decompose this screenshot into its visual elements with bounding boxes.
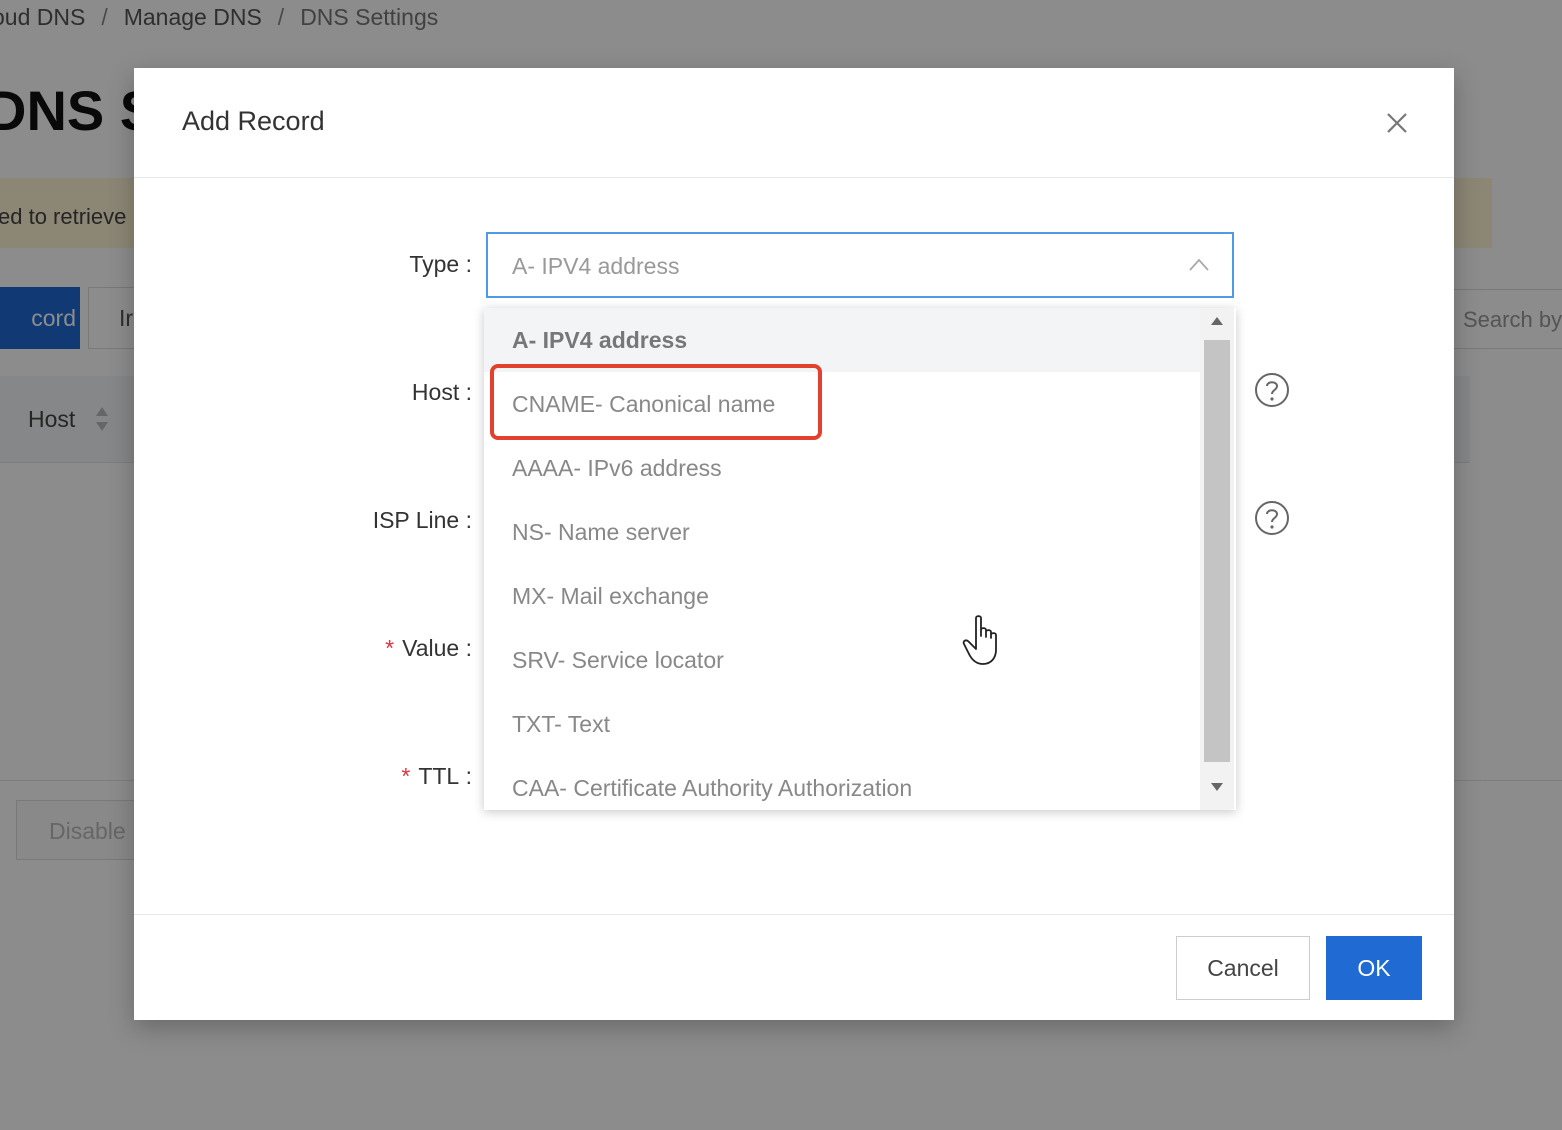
type-select[interactable]: A- IPV4 address xyxy=(486,232,1234,298)
type-option-mx[interactable]: MX- Mail exchange xyxy=(484,564,1200,628)
add-record-modal: Add Record Type : Host : ISP Line : * Val… xyxy=(134,68,1454,1020)
dropdown-scrollbar[interactable] xyxy=(1200,308,1234,810)
type-option-txt[interactable]: TXT- Text xyxy=(484,692,1200,756)
type-label: Type : xyxy=(409,251,472,277)
ok-button[interactable]: OK xyxy=(1326,936,1422,1000)
isp-line-help-icon[interactable] xyxy=(1254,500,1290,536)
type-option-cname[interactable]: CNAME- Canonical name xyxy=(484,372,1200,436)
modal-header: Add Record xyxy=(134,68,1454,178)
close-icon[interactable] xyxy=(1382,108,1412,138)
value-label: * Value : xyxy=(385,635,472,662)
ttl-label-text: TTL : xyxy=(418,763,472,789)
type-select-value: A- IPV4 address xyxy=(512,253,680,279)
chevron-up-icon xyxy=(1189,258,1209,271)
type-option-srv[interactable]: SRV- Service locator xyxy=(484,628,1200,692)
required-marker: * xyxy=(385,635,395,661)
type-dropdown-menu: A- IPV4 address CNAME- Canonical name AA… xyxy=(484,308,1236,810)
modal-title: Add Record xyxy=(182,106,325,136)
hand-pointer-icon xyxy=(962,615,997,665)
scrollbar-thumb[interactable] xyxy=(1204,340,1230,762)
required-marker: * xyxy=(401,763,411,789)
value-label-text: Value : xyxy=(402,635,472,661)
type-option-caa[interactable]: CAA- Certificate Authority Authorization xyxy=(484,756,1200,810)
type-option-aaaa[interactable]: AAAA- IPv6 address xyxy=(484,436,1200,500)
host-label: Host : xyxy=(411,379,472,405)
ttl-label: * TTL : xyxy=(401,763,472,790)
isp-line-label: ISP Line : xyxy=(372,507,472,533)
scroll-up-icon[interactable] xyxy=(1210,316,1224,326)
cancel-button[interactable]: Cancel xyxy=(1176,936,1310,1000)
host-help-icon[interactable] xyxy=(1254,372,1290,408)
type-option-ns[interactable]: NS- Name server xyxy=(484,500,1200,564)
type-option-a[interactable]: A- IPV4 address xyxy=(484,308,1200,372)
scroll-down-icon[interactable] xyxy=(1210,782,1224,792)
